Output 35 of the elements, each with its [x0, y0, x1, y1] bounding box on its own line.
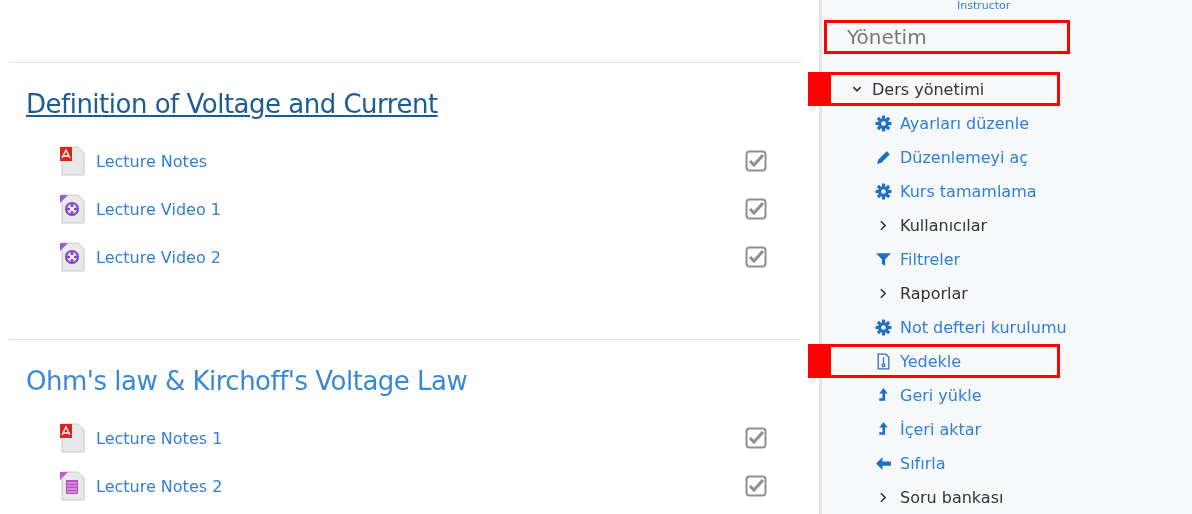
menu-link[interactable]: Sıfırla	[828, 446, 1060, 480]
menu-link[interactable]: Kurs tamamlama	[828, 174, 1060, 208]
settings-icon	[875, 182, 892, 200]
block-heading: Yönetim	[824, 20, 1070, 54]
activity-link[interactable]: Lecture Notes 1	[96, 428, 745, 448]
section-title[interactable]: Ohm's law & Kirchoff's Voltage Law	[26, 366, 468, 396]
menu-link[interactable]: Filtreler	[828, 242, 1060, 276]
filter-icon	[875, 250, 892, 268]
activity-link[interactable]: Lecture Video 1	[96, 199, 745, 219]
activity-link[interactable]: Lecture Video 2	[96, 247, 745, 267]
section-title[interactable]: Definition of Voltage and Current	[26, 89, 438, 119]
completion-checkbox[interactable]	[745, 246, 767, 268]
completion-checkbox[interactable]	[745, 150, 767, 172]
tree-node[interactable]: Kullanıcılar	[828, 208, 1060, 242]
tree-node[interactable]: Soru bankası	[828, 480, 1060, 514]
activity-link[interactable]: Lecture Notes	[96, 151, 745, 171]
activity-link[interactable]: Lecture Notes 2	[96, 476, 745, 496]
highlight-marker	[808, 344, 828, 378]
completion-checkbox[interactable]	[745, 427, 767, 449]
completion-checkbox[interactable]	[745, 475, 767, 497]
menu-link[interactable]: Not defteri kurulumu	[828, 310, 1070, 344]
role-label: Instructor	[957, 0, 1011, 12]
menu-link[interactable]: Düzenlemeyi aç	[828, 140, 1060, 174]
settings-icon	[875, 318, 892, 336]
settings-icon	[875, 114, 892, 132]
menu-link[interactable]: Yedekle	[828, 344, 1060, 378]
completion-checkbox[interactable]	[745, 198, 767, 220]
menu-link[interactable]: Geri yükle	[828, 378, 1060, 412]
menu-link[interactable]: Ayarları düzenle	[828, 106, 1060, 140]
tree-node[interactable]: Ders yönetimi	[828, 72, 1060, 106]
highlight-marker	[808, 72, 828, 106]
menu-link[interactable]: İçeri aktar	[828, 412, 1060, 446]
file-icon	[875, 352, 892, 370]
pencil-icon	[875, 148, 892, 166]
tree-node[interactable]: Raporlar	[828, 276, 1060, 310]
